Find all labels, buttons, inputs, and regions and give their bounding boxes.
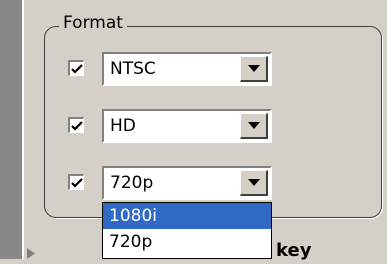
format-checkbox-2[interactable]	[68, 117, 84, 133]
left-panel-edge	[22, 0, 24, 259]
format-combo-2-value: HD	[110, 116, 136, 136]
chevron-down-icon	[248, 122, 260, 129]
format-checkbox-3[interactable]	[68, 174, 84, 190]
checkmark-icon	[71, 121, 83, 131]
format-combo-3[interactable]: 720p	[102, 166, 272, 200]
left-panel-strip	[0, 0, 22, 259]
triangle-right-icon	[27, 248, 35, 259]
format-combo-1-value: NTSC	[110, 59, 156, 79]
format-dropdown-list: 1080i 720p	[102, 202, 272, 259]
chevron-down-icon	[248, 65, 260, 72]
checkmark-icon	[71, 178, 83, 188]
format-combo-1[interactable]: NTSC	[102, 52, 272, 86]
format-combo-2[interactable]: HD	[102, 109, 272, 143]
checkmark-icon	[71, 64, 83, 74]
format-combo-3-dropdown-button[interactable]	[240, 170, 268, 196]
format-combo-3-value: 720p	[110, 173, 154, 193]
format-combo-1-dropdown-button[interactable]	[240, 56, 268, 82]
format-group-title: Format	[59, 12, 127, 34]
dropdown-option-1080i[interactable]: 1080i	[103, 203, 271, 229]
chevron-down-icon	[248, 179, 260, 186]
format-checkbox-1[interactable]	[68, 60, 84, 76]
format-combo-2-dropdown-button[interactable]	[240, 113, 268, 139]
partial-label-below: key	[276, 240, 312, 261]
dropdown-option-720p[interactable]: 720p	[103, 229, 271, 255]
